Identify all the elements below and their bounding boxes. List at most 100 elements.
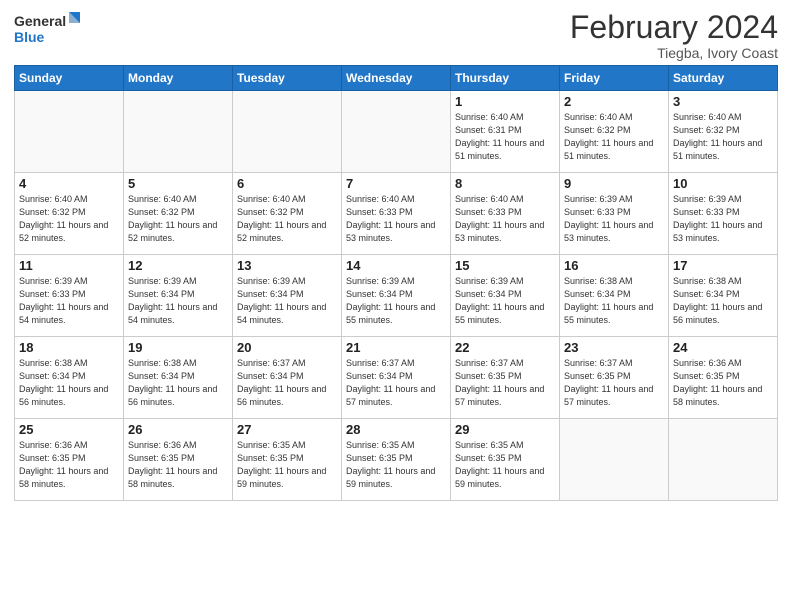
logo: General Blue [14, 10, 84, 48]
week-row-5: 25 Sunrise: 6:36 AM Sunset: 6:35 PM Dayli… [15, 419, 778, 501]
week-row-3: 11 Sunrise: 6:39 AM Sunset: 6:33 PM Dayli… [15, 255, 778, 337]
calendar-cell: 15Sunrise: 6:39 AM Sunset: 6:34 PM Dayli… [451, 255, 560, 337]
header-wednesday: Wednesday [342, 66, 451, 91]
calendar-cell: 2 Sunrise: 6:40 AM Sunset: 6:32 PM Daylig… [560, 91, 669, 173]
day-info: Sunrise: 6:40 AM Sunset: 6:33 PM Dayligh… [455, 193, 555, 245]
day-number: 28 [346, 422, 446, 437]
header-friday: Friday [560, 66, 669, 91]
calendar-cell: 18 Sunrise: 6:38 AM Sunset: 6:34 PM Dayli… [15, 337, 124, 419]
day-number: 10 [673, 176, 773, 191]
day-number: 20 [237, 340, 337, 355]
day-number: 27 [237, 422, 337, 437]
subtitle: Tiegba, Ivory Coast [570, 45, 778, 61]
day-info: Sunrise: 6:37 AM Sunset: 6:35 PM Dayligh… [455, 357, 555, 409]
calendar-cell: 4 Sunrise: 6:40 AM Sunset: 6:32 PM Daylig… [15, 173, 124, 255]
day-info: Sunrise: 6:40 AM Sunset: 6:33 PM Dayligh… [346, 193, 446, 245]
day-number: 2 [564, 94, 664, 109]
day-info: Sunrise: 6:39 AM Sunset: 6:33 PM Dayligh… [673, 193, 773, 245]
calendar-table: SundayMondayTuesdayWednesdayThursdayFrid… [14, 65, 778, 501]
day-info: Sunrise: 6:39 AM Sunset: 6:34 PM Dayligh… [237, 275, 337, 327]
calendar-cell: 5Sunrise: 6:40 AM Sunset: 6:32 PM Daylig… [124, 173, 233, 255]
main-title: February 2024 [570, 10, 778, 45]
day-info: Sunrise: 6:39 AM Sunset: 6:34 PM Dayligh… [128, 275, 228, 327]
day-number: 7 [346, 176, 446, 191]
calendar-cell: 12Sunrise: 6:39 AM Sunset: 6:34 PM Dayli… [124, 255, 233, 337]
header-monday: Monday [124, 66, 233, 91]
day-number: 14 [346, 258, 446, 273]
day-number: 24 [673, 340, 773, 355]
day-number: 11 [19, 258, 119, 273]
day-number: 9 [564, 176, 664, 191]
header: General Blue February 2024 Tiegba, Ivory… [14, 10, 778, 61]
day-number: 22 [455, 340, 555, 355]
calendar-cell: 23 Sunrise: 6:37 AM Sunset: 6:35 PM Dayli… [560, 337, 669, 419]
day-info: Sunrise: 6:40 AM Sunset: 6:32 PM Dayligh… [19, 193, 119, 245]
calendar-cell: 26Sunrise: 6:36 AM Sunset: 6:35 PM Dayli… [124, 419, 233, 501]
day-number: 13 [237, 258, 337, 273]
calendar-cell [342, 91, 451, 173]
calendar-cell: 7 Sunrise: 6:40 AM Sunset: 6:33 PM Daylig… [342, 173, 451, 255]
calendar-cell [560, 419, 669, 501]
calendar-cell: 29Sunrise: 6:35 AM Sunset: 6:35 PM Dayli… [451, 419, 560, 501]
calendar-cell [669, 419, 778, 501]
week-row-1: 1 Sunrise: 6:40 AM Sunset: 6:31 PM Daylig… [15, 91, 778, 173]
day-info: Sunrise: 6:38 AM Sunset: 6:34 PM Dayligh… [19, 357, 119, 409]
day-info: Sunrise: 6:38 AM Sunset: 6:34 PM Dayligh… [673, 275, 773, 327]
day-info: Sunrise: 6:39 AM Sunset: 6:33 PM Dayligh… [564, 193, 664, 245]
day-number: 3 [673, 94, 773, 109]
day-info: Sunrise: 6:38 AM Sunset: 6:34 PM Dayligh… [128, 357, 228, 409]
calendar-cell: 6 Sunrise: 6:40 AM Sunset: 6:32 PM Daylig… [233, 173, 342, 255]
day-number: 29 [455, 422, 555, 437]
day-info: Sunrise: 6:39 AM Sunset: 6:34 PM Dayligh… [346, 275, 446, 327]
title-block: February 2024 Tiegba, Ivory Coast [570, 10, 778, 61]
day-number: 16 [564, 258, 664, 273]
svg-text:Blue: Blue [14, 29, 45, 45]
day-number: 23 [564, 340, 664, 355]
day-info: Sunrise: 6:39 AM Sunset: 6:33 PM Dayligh… [19, 275, 119, 327]
header-sunday: Sunday [15, 66, 124, 91]
day-info: Sunrise: 6:35 AM Sunset: 6:35 PM Dayligh… [237, 439, 337, 491]
header-tuesday: Tuesday [233, 66, 342, 91]
day-info: Sunrise: 6:36 AM Sunset: 6:35 PM Dayligh… [19, 439, 119, 491]
day-info: Sunrise: 6:37 AM Sunset: 6:34 PM Dayligh… [237, 357, 337, 409]
day-info: Sunrise: 6:37 AM Sunset: 6:35 PM Dayligh… [564, 357, 664, 409]
day-number: 25 [19, 422, 119, 437]
calendar-cell: 11 Sunrise: 6:39 AM Sunset: 6:33 PM Dayli… [15, 255, 124, 337]
day-number: 17 [673, 258, 773, 273]
week-row-2: 4 Sunrise: 6:40 AM Sunset: 6:32 PM Daylig… [15, 173, 778, 255]
calendar-cell: 21Sunrise: 6:37 AM Sunset: 6:34 PM Dayli… [342, 337, 451, 419]
day-number: 1 [455, 94, 555, 109]
day-number: 4 [19, 176, 119, 191]
calendar-cell: 16Sunrise: 6:38 AM Sunset: 6:34 PM Dayli… [560, 255, 669, 337]
day-number: 26 [128, 422, 228, 437]
calendar-header-row: SundayMondayTuesdayWednesdayThursdayFrid… [15, 66, 778, 91]
day-info: Sunrise: 6:40 AM Sunset: 6:32 PM Dayligh… [673, 111, 773, 163]
calendar-cell [15, 91, 124, 173]
day-number: 6 [237, 176, 337, 191]
calendar-cell: 1 Sunrise: 6:40 AM Sunset: 6:31 PM Daylig… [451, 91, 560, 173]
calendar-cell: 9 Sunrise: 6:39 AM Sunset: 6:33 PM Daylig… [560, 173, 669, 255]
calendar-cell: 25 Sunrise: 6:36 AM Sunset: 6:35 PM Dayli… [15, 419, 124, 501]
calendar-cell: 22 Sunrise: 6:37 AM Sunset: 6:35 PM Dayli… [451, 337, 560, 419]
calendar-cell: 13 Sunrise: 6:39 AM Sunset: 6:34 PM Dayli… [233, 255, 342, 337]
day-info: Sunrise: 6:35 AM Sunset: 6:35 PM Dayligh… [346, 439, 446, 491]
day-number: 21 [346, 340, 446, 355]
calendar-cell: 8 Sunrise: 6:40 AM Sunset: 6:33 PM Daylig… [451, 173, 560, 255]
calendar-cell: 10 Sunrise: 6:39 AM Sunset: 6:33 PM Dayli… [669, 173, 778, 255]
day-info: Sunrise: 6:36 AM Sunset: 6:35 PM Dayligh… [673, 357, 773, 409]
day-number: 5 [128, 176, 228, 191]
calendar-cell: 27 Sunrise: 6:35 AM Sunset: 6:35 PM Dayli… [233, 419, 342, 501]
calendar-cell: 19 Sunrise: 6:38 AM Sunset: 6:34 PM Dayli… [124, 337, 233, 419]
day-number: 15 [455, 258, 555, 273]
day-number: 18 [19, 340, 119, 355]
day-info: Sunrise: 6:40 AM Sunset: 6:32 PM Dayligh… [564, 111, 664, 163]
svg-text:General: General [14, 13, 66, 29]
calendar-cell: 3 Sunrise: 6:40 AM Sunset: 6:32 PM Daylig… [669, 91, 778, 173]
calendar-cell [233, 91, 342, 173]
calendar-cell: 17 Sunrise: 6:38 AM Sunset: 6:34 PM Dayli… [669, 255, 778, 337]
day-info: Sunrise: 6:40 AM Sunset: 6:32 PM Dayligh… [237, 193, 337, 245]
day-number: 8 [455, 176, 555, 191]
day-info: Sunrise: 6:40 AM Sunset: 6:31 PM Dayligh… [455, 111, 555, 163]
day-number: 19 [128, 340, 228, 355]
page: General Blue February 2024 Tiegba, Ivory… [0, 0, 792, 612]
